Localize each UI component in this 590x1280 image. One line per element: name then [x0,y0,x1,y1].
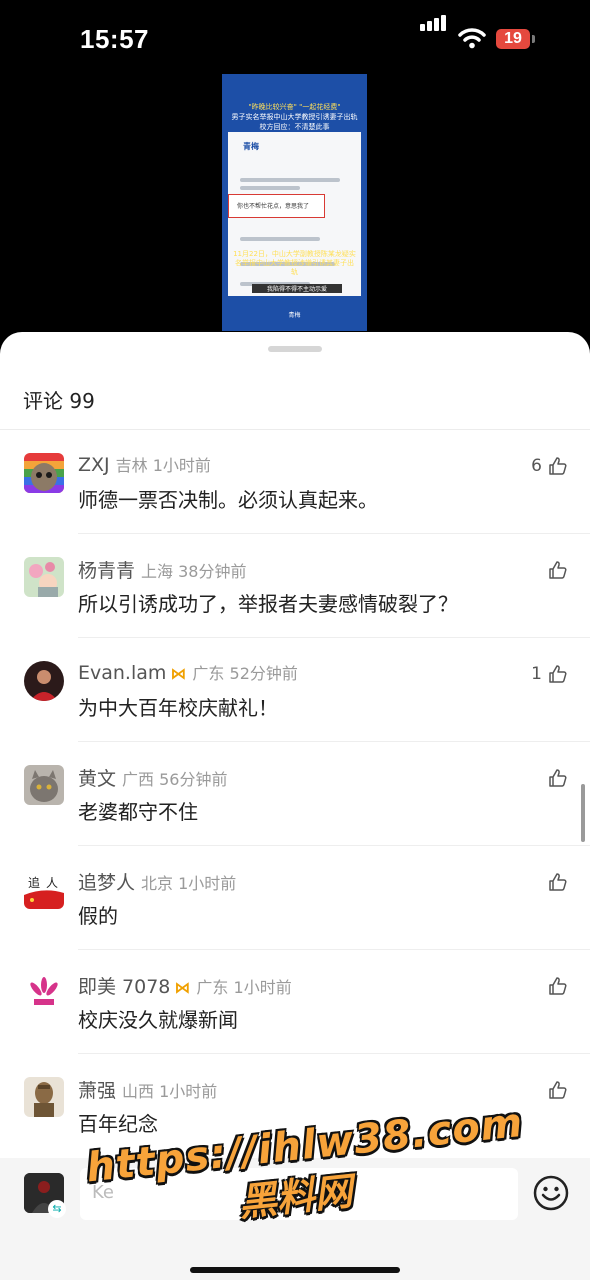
battery-indicator: 19 [496,29,535,49]
avatar[interactable] [24,973,64,1013]
comment-author[interactable]: ZXJ 吉林 1小时前 [78,452,211,476]
vip-badge-icon: ⋈ [174,978,191,997]
like-button[interactable] [542,870,568,894]
thumbs-up-icon [549,977,567,995]
author-location: 北京 [141,874,174,893]
comment-time: 1小时前 [233,978,292,997]
comment-item: Evan.lam ⋈ 广东 52分钟前 为中大百年校庆献礼！ 1 [0,638,590,742]
thumbs-up-icon [549,665,567,683]
comment-text: 校庆没久就爆新闻 [78,1008,238,1032]
comment-author[interactable]: 杨青青 上海 38分钟前 [78,556,247,583]
author-location: 广东 [196,978,229,997]
comment-item: 即美 7078 ⋈ 广东 1小时前 校庆没久就爆新闻 [0,950,590,1054]
like-button[interactable] [542,974,568,998]
author-name[interactable]: ZXJ [78,454,110,476]
emoji-icon[interactable] [533,1175,569,1211]
author-location: 吉林 [115,456,148,475]
author-location: 山西 [122,1082,155,1101]
comment-time: 56分钟前 [159,770,228,789]
wifi-icon [458,28,486,49]
comment-item: 黄文 广西 56分钟前 老婆都守不住 [0,742,590,846]
sheet-drag-handle[interactable] [268,346,322,352]
thumbs-up-icon [549,769,567,787]
home-indicator [190,1267,400,1273]
comment-item: 萧强 山西 1小时前 百年纪念 [0,1054,590,1158]
thumbnail-highlight-box: 你也不帮忙花点，意思我了 [228,194,325,218]
author-location: 广西 [122,770,155,789]
comment-time: 1小时前 [159,1082,218,1101]
svg-text:人: 人 [46,876,58,890]
thumbs-up-icon [549,873,567,891]
thumbnail-headline-2: 男子实名举报中山大学教授引诱妻子出轨 [231,113,358,121]
thumbs-up-icon [549,1081,567,1099]
avatar[interactable] [24,557,64,597]
like-button[interactable] [542,766,568,790]
comment-time: 38分钟前 [178,562,247,581]
comment-text: 师德一票否决制。必须认真起来。 [78,488,378,512]
author-name[interactable]: 杨青青 [78,560,135,582]
comment-author[interactable]: 追梦人 北京 1小时前 [78,868,236,895]
comment-text: 百年纪念 [78,1112,158,1136]
comment-time: 52分钟前 [229,664,298,683]
author-name[interactable]: 追梦人 [78,872,135,894]
avatar[interactable] [24,453,64,493]
comment-text: 老婆都守不住 [78,800,198,824]
comment-author[interactable]: 黄文 广西 56分钟前 [78,764,228,791]
author-name[interactable]: 萧强 [78,1080,116,1102]
comment-time: 1小时前 [152,456,211,475]
comments-title: 评论 99 [23,389,95,413]
comment-input-placeholder: Ke [92,1182,114,1203]
avatar[interactable] [24,661,64,701]
like-count: 6 [531,456,542,476]
like-button[interactable]: 6 [531,454,568,478]
comment-input[interactable]: Ke [80,1168,518,1220]
status-bar: 15:57 19 [0,0,590,75]
author-location: 上海 [141,562,174,581]
comment-author[interactable]: 即美 7078 ⋈ 广东 1小时前 [78,972,292,999]
author-name[interactable]: 黄文 [78,768,116,790]
like-button[interactable] [542,558,568,582]
comment-text: 假的 [78,904,118,928]
comment-item: 杨青青 上海 38分钟前 所以引诱成功了，举报者夫妻感情破裂了？ [0,534,590,638]
like-button[interactable] [542,1078,568,1102]
thumbnail-headline-1: "昨晚比较兴奋" "一起花经费" [248,103,341,111]
status-time: 15:57 [80,24,149,54]
svg-text:追: 追 [28,875,40,890]
thumbnail-logo: 青梅 [243,142,259,151]
avatar[interactable]: 追人 [24,869,64,909]
comment-item: 追人 追梦人 北京 1小时前 假的 [0,846,590,950]
vip-badge-icon: ⋈ [170,664,187,683]
comment-time: 1小时前 [178,874,237,893]
comments-sheet: 评论 99 ZXJ 吉林 1小时前 师德一票否决制。必须认真起来。 6 杨青青 上海… [0,332,590,1280]
like-button[interactable]: 1 [531,662,568,686]
thumbs-up-icon [549,457,567,475]
switch-account-icon[interactable]: ⇆ [48,1200,66,1218]
thumbnail-caption: 11月22日，中山大学副教授陈某龙疑实名举报中山大学教授涉嫌引诱其妻子出轨 [233,250,356,276]
author-location: 广东 [192,664,225,683]
comment-text: 所以引诱成功了，举报者夫妻感情破裂了？ [78,592,458,616]
comment-author[interactable]: 萧强 山西 1小时前 [78,1076,217,1103]
thumbnail-headline-3: 校方回应：不清楚此事 [259,123,330,131]
comment-item: ZXJ 吉林 1小时前 师德一票否决制。必须认真起来。 6 [0,430,590,534]
comment-composer: ⇆ Ke [0,1158,590,1280]
thumbnail-highlight-text: 你也不帮忙花点，意思我了 [237,203,310,210]
video-thumbnail[interactable]: "昨晚比较兴奋" "一起花经费" 男子实名举报中山大学教授引诱妻子出轨 校方回应… [222,74,367,331]
thumbnail-footer: 青梅 [222,301,367,331]
author-name[interactable]: Evan.lam [78,662,166,684]
author-name[interactable]: 即美 7078 [78,976,170,998]
comment-text: 为中大百年校庆献礼！ [78,696,278,720]
avatar[interactable] [24,1077,64,1117]
thumbnail-headline: "昨晚比较兴奋" "一起花经费" 男子实名举报中山大学教授引诱妻子出轨 校方回应… [222,74,367,132]
comment-author[interactable]: Evan.lam ⋈ 广东 52分钟前 [78,660,298,684]
scrollbar[interactable] [581,784,585,842]
thumbs-up-icon [549,561,567,579]
thumbnail-subtitle: 我陷得不得不主动示爱 [252,284,342,293]
avatar[interactable] [24,765,64,805]
like-count: 1 [531,664,542,684]
